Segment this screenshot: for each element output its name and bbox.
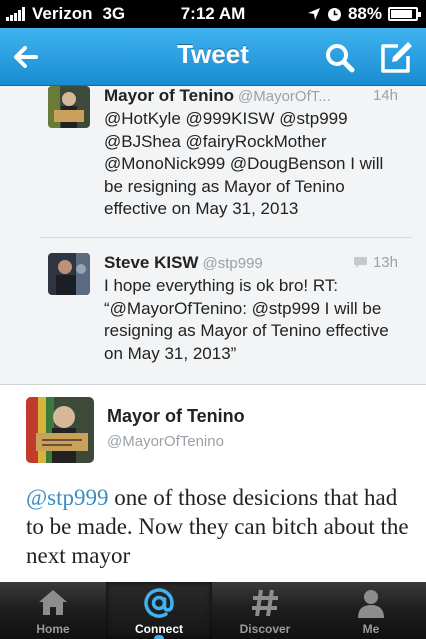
home-icon — [39, 590, 67, 615]
at-sign-icon — [144, 588, 174, 618]
mention-link[interactable]: @stp999 — [26, 485, 109, 510]
search-icon — [326, 44, 355, 73]
tweet-detail: Mayor of Tenino @MayorOfT... 14h @HotKyle… — [0, 86, 426, 582]
battery-percent: 88% — [347, 4, 382, 23]
status-bar: Verizon 3G 7:12 AM 88% — [0, 0, 426, 28]
search-button[interactable] — [324, 42, 356, 74]
tab-home[interactable]: Home — [0, 582, 106, 639]
main-tweet: Mayor of Tenino @MayorOfTenino @stp999 o… — [0, 385, 426, 582]
battery-icon — [388, 7, 421, 21]
person-icon — [358, 590, 384, 618]
compose-button[interactable] — [378, 40, 414, 76]
author-name[interactable]: Steve KISW — [104, 253, 198, 272]
avatar[interactable] — [48, 253, 90, 295]
tab-label: Discover — [239, 622, 291, 636]
hashtag-icon — [252, 589, 278, 617]
tab-me[interactable]: Me — [318, 582, 424, 639]
reply-bubble-icon — [353, 257, 367, 268]
conversation-tweet[interactable]: Mayor of Tenino @MayorOfT... 14h @HotKyle… — [40, 86, 412, 238]
avatar[interactable] — [48, 86, 90, 128]
tab-label: Me — [362, 622, 380, 636]
alarm-clock-icon — [327, 7, 341, 21]
tab-discover[interactable]: Discover — [212, 582, 318, 639]
conversation-tweet[interactable]: Steve KISW @stp999 13h I hope everything … — [40, 239, 412, 384]
navigation-bar: Tweet — [0, 28, 426, 86]
tweet-timestamp: 13h — [372, 254, 398, 271]
tweet-text: I hope everything is ok bro! RT: “@Mayor… — [104, 276, 389, 363]
author-name[interactable]: Mayor of Tenino — [107, 406, 245, 427]
tab-label: Home — [36, 622, 70, 636]
tweet-text: @HotKyle @999KISW @stp999 @BJShea @fairy… — [104, 109, 384, 218]
author-name[interactable]: Mayor of Tenino — [104, 86, 234, 105]
author-handle: @MayorOfTenino — [107, 433, 224, 450]
tweet-text: @stp999 one of those desicions that had … — [26, 483, 416, 570]
tab-connect[interactable]: Connect — [106, 582, 212, 639]
location-arrow-icon — [307, 8, 320, 20]
conversation-thread: Mayor of Tenino @MayorOfT... 14h @HotKyle… — [0, 86, 426, 384]
author-handle: @stp999 — [202, 255, 263, 272]
compose-icon — [381, 42, 412, 73]
page-title: Tweet — [177, 39, 249, 69]
avatar[interactable] — [26, 397, 94, 463]
active-tab-indicator — [154, 635, 164, 639]
author-handle: @MayorOfT... — [238, 88, 331, 105]
tab-label: Connect — [135, 622, 183, 636]
tab-bar: Home Connect Discover Me — [0, 582, 426, 639]
tweet-timestamp: 14h — [372, 87, 398, 104]
